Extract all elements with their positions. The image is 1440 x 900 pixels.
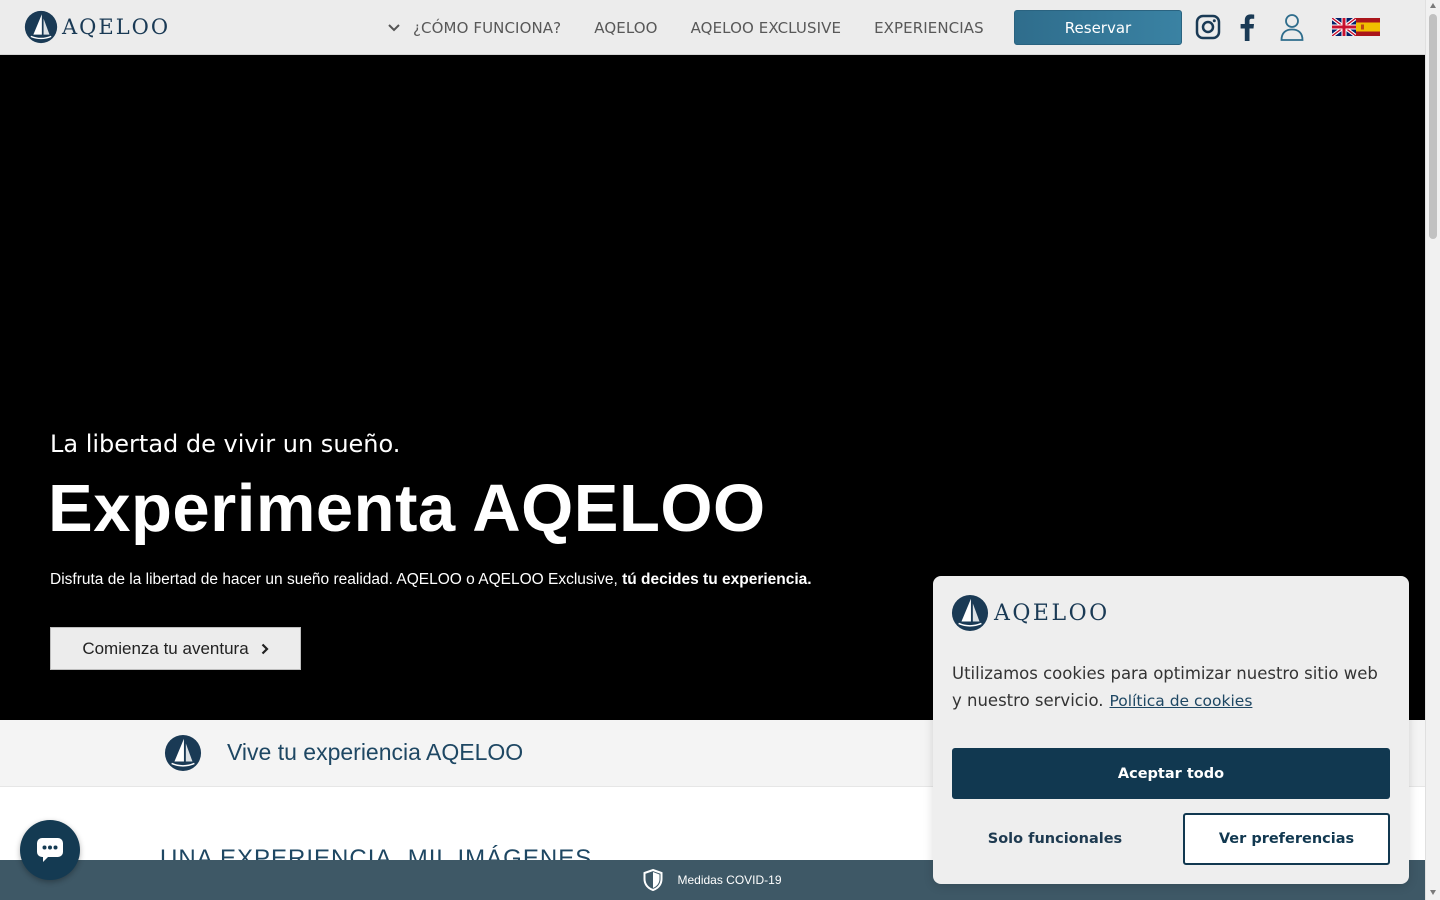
hero-subtitle: La libertad de vivir un sueño. [50, 430, 401, 458]
language-selector [1330, 16, 1380, 38]
flag-es-icon[interactable] [1356, 18, 1380, 36]
hero-title: Experimenta AQELOO [48, 471, 766, 546]
scroll-down-icon[interactable] [1430, 890, 1436, 895]
facebook-icon[interactable] [1237, 12, 1257, 42]
instagram-icon[interactable] [1194, 12, 1222, 42]
nav-como-funciona[interactable]: ¿CÓMO FUNCIONA? [413, 19, 561, 37]
logo-text: AQELOO [62, 15, 171, 39]
chat-icon [37, 838, 63, 862]
accept-all-button[interactable]: Aceptar todo [952, 748, 1390, 799]
user-icon[interactable] [1279, 12, 1305, 42]
hero-description: Disfruta de la libertad de hacer un sueñ… [50, 571, 812, 589]
shield-icon [643, 869, 663, 891]
cookie-policy-link[interactable]: Política de cookies [1110, 692, 1253, 710]
strip-text: Vive tu experiencia AQELOO [227, 739, 524, 765]
scroll-thumb[interactable] [1429, 14, 1437, 239]
scroll-up-icon[interactable] [1430, 3, 1436, 8]
view-preferences-button[interactable]: Ver preferencias [1183, 813, 1390, 865]
start-adventure-button[interactable]: Comienza tu aventura [50, 627, 301, 670]
covid-label: Medidas COVID-19 [677, 873, 782, 887]
start-adventure-label: Comienza tu aventura [82, 638, 249, 658]
cookie-message: Utilizamos cookies para optimizar nuestr… [952, 660, 1392, 715]
chevron-down-icon[interactable] [385, 19, 403, 37]
cookie-banner: AQELOO Utilizamos cookies para optimizar… [933, 576, 1409, 884]
chevron-right-icon [261, 643, 269, 654]
hero-description-bold: tú decides tu experiencia. [622, 571, 812, 588]
brand-logo[interactable]: AQELOO [24, 10, 170, 44]
flag-en-icon[interactable] [1330, 16, 1358, 38]
nav-aqeloo-exclusive[interactable]: AQELOO EXCLUSIVE [691, 19, 842, 37]
sailboat-logo-icon [24, 10, 58, 44]
chat-button[interactable] [20, 820, 80, 880]
nav-aqeloo[interactable]: AQELOO [594, 19, 657, 37]
page-scrollbar[interactable] [1425, 0, 1440, 900]
sailboat-logo-icon [164, 734, 202, 772]
reserve-button[interactable]: Reservar [1014, 10, 1182, 45]
site-header: AQELOO ¿CÓMO FUNCIONA? AQELOO AQELOO EXC… [0, 0, 1425, 55]
cookie-logo-text: AQELOO [994, 600, 1110, 626]
functional-only-button[interactable]: Solo funcionales [952, 814, 1158, 864]
hero-description-text: Disfruta de la libertad de hacer un sueñ… [50, 571, 623, 588]
main-nav: ¿CÓMO FUNCIONA? AQELOO AQELOO EXCLUSIVE … [385, 0, 1017, 55]
sailboat-logo-icon [951, 594, 989, 632]
cookie-logo: AQELOO [951, 594, 1110, 632]
nav-experiencias[interactable]: EXPERIENCIAS [874, 19, 984, 37]
